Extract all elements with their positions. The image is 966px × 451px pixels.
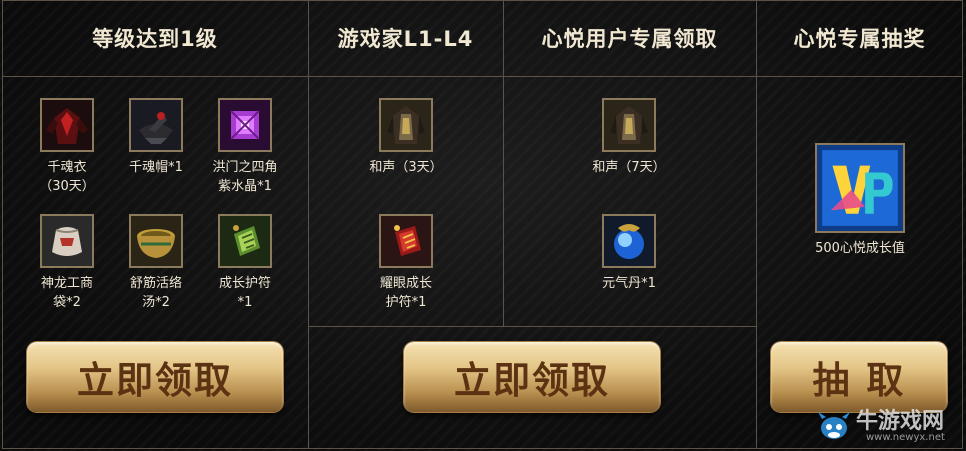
- header-xinyue-claim: 心悦用户专属领取: [541, 27, 718, 51]
- dark-robe-icon: [40, 98, 94, 152]
- blue-orb-icon: [602, 214, 656, 268]
- watermark-url: www.newyx.net: [866, 432, 945, 443]
- watermark-text: 牛游戏网: [856, 409, 945, 434]
- reward-item: 成长护符 *1: [200, 214, 290, 312]
- cloth-bag-icon: [40, 214, 94, 268]
- claim-button-level[interactable]: 立即领取: [27, 342, 283, 412]
- dark-robe-icon: [602, 98, 656, 152]
- reward-label: 元气丹*1: [602, 276, 656, 291]
- dark-hat-icon: [129, 98, 183, 152]
- cow-logo-icon: [818, 412, 850, 439]
- site-watermark: 牛游戏网 www.newyx.net: [814, 403, 960, 449]
- reward-label: 洪门之四角 紫水晶*1: [212, 160, 278, 194]
- reward-item: 洪门之四角 紫水晶*1: [200, 98, 290, 196]
- reward-item: 耀眼成长 护符*1: [361, 214, 451, 312]
- reward-label: 千魂衣 （30天）: [39, 160, 95, 194]
- vip-badge-icon: [815, 143, 905, 233]
- purple-crystal-icon: [218, 98, 272, 152]
- header-divider: [2, 76, 963, 77]
- header-level: 等级达到1级: [92, 27, 218, 51]
- reward-item: 和声（3天）: [361, 98, 451, 177]
- reward-label: 成长护符 *1: [218, 276, 271, 310]
- claim-button-gamer[interactable]: 立即领取: [404, 342, 660, 412]
- reward-label: 和声（3天）: [369, 160, 443, 175]
- reward-label: 神龙工商 袋*2: [40, 276, 93, 310]
- button-row-divider: [308, 326, 757, 327]
- reward-label: 耀眼成长 护符*1: [379, 276, 432, 310]
- reward-item: 舒筋活络 汤*2: [111, 214, 201, 312]
- red-amulet-icon: [379, 214, 433, 268]
- reward-label: 和声（7天）: [592, 160, 666, 175]
- reward-item: 元气丹*1: [584, 214, 674, 293]
- header-gamer: 游戏家L1-L4: [337, 27, 474, 51]
- reward-item: 500心悦成长值: [814, 143, 906, 258]
- reward-label: 500心悦成长值: [815, 241, 905, 256]
- dark-robe-icon: [379, 98, 433, 152]
- green-amulet-icon: [218, 214, 272, 268]
- reward-item: 千魂帽*1: [111, 98, 201, 177]
- soup-bowl-icon: [129, 214, 183, 268]
- lottery-button[interactable]: 抽 取: [771, 342, 947, 412]
- reward-item: 千魂衣 （30天）: [22, 98, 112, 196]
- reward-item: 神龙工商 袋*2: [22, 214, 112, 312]
- reward-label: 舒筋活络 汤*2: [129, 276, 182, 310]
- reward-label: 千魂帽*1: [129, 160, 183, 175]
- reward-item: 和声（7天）: [584, 98, 674, 177]
- header-xinyue-lottery: 心悦专属抽奖: [793, 27, 926, 51]
